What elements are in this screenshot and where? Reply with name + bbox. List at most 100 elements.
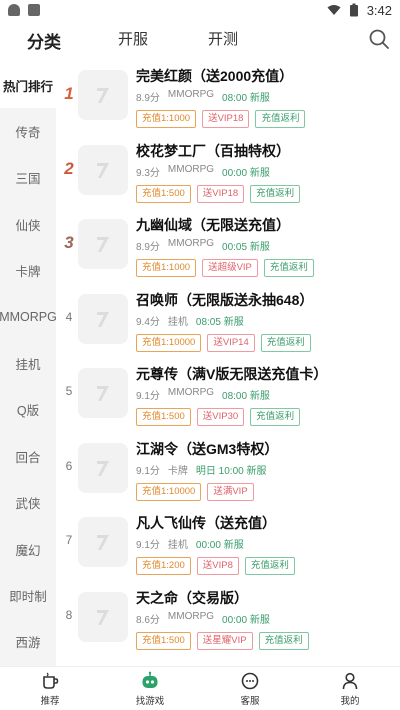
game-info: 天之命（交易版） 8.6分 MMORPG 00:00 新服 充值1:500 送星耀VIP 充… [136,588,396,650]
game-tag: 充值返利 [263,259,314,277]
nav-mine[interactable]: 我的 [300,667,400,710]
game-tags: 充值1:10000 送VIP14 充值返利 [136,333,396,352]
game-title[interactable]: 元尊传（满V版无限送充值卡） [136,364,396,384]
game-icon-placeholder[interactable] [78,293,128,344]
game-list-item[interactable]: 4 召唤师（无限版送永抽648） 9.4分 挂机 08:05 新服 充值1:10000 送V… [56,286,400,360]
game-time: 00:05 新服 [222,242,270,253]
bottom-nav: 推荐 找游戏 客服 我的 [0,666,400,710]
game-icon-placeholder[interactable] [78,591,128,642]
search-icon[interactable] [368,28,390,50]
game-tag: 充值返利 [244,557,295,575]
game-icon-placeholder[interactable] [78,368,128,418]
game-title[interactable]: 凡人飞仙传（送充值） [136,513,396,533]
game-score: 8.9分 [136,242,160,253]
sidebar-item-q-style[interactable]: Q版 [0,387,56,433]
game-tag: 充值1:500 [136,184,191,203]
game-meta: 8.6分 MMORPG 00:00 新服 [136,611,396,626]
game-list-item[interactable]: 2 校花梦工厂（百抽特权） 9.3分 MMORPG 00:00 新服 充值1:500 送VI… [56,137,400,211]
game-tag: 充值返利 [250,408,301,426]
placeholder-logo-icon [97,386,109,401]
game-title[interactable]: 江湖令（送GM3特权） [136,439,396,459]
game-meta: 9.1分 卡牌 明日 10:00 新服 [136,462,396,477]
game-tag: 送VIP8 [196,557,239,575]
sidebar-item-card[interactable]: 卡牌 [0,248,56,294]
sidebar-item-fantasy[interactable]: 魔幻 [0,526,56,572]
sidebar-item-legend[interactable]: 传奇 [0,108,56,154]
rank-number: 6 [65,458,73,473]
game-tags: 充值1:1000 送VIP18 充值返利 [136,110,396,128]
sidebar-item-hot-ranking[interactable]: 热门排行 [0,62,56,109]
battery-icon [349,3,358,17]
sidebar-item-mmorpg[interactable]: MMORPG [0,294,57,340]
game-tag: 送超级VIP [202,259,258,277]
tab-category[interactable]: 分类 [27,28,61,53]
game-list-item[interactable]: 3 九幽仙域（无限送充值） 8.9分 MMORPG 00:05 新服 充值1:1000 送超… [56,211,400,285]
game-genre: MMORPG [167,610,215,622]
game-icon-placeholder[interactable] [78,219,128,269]
game-icon-placeholder[interactable] [78,442,128,493]
game-tags: 充值1:1000 送超级VIP 充值返利 [136,259,396,277]
tab-server-open[interactable]: 开服 [118,28,148,49]
game-time: 00:00 新服 [195,540,244,551]
game-time: 00:00 新服 [222,167,270,179]
game-title[interactable]: 校花梦工厂（百抽特权） [136,141,396,161]
notification-app-icon-2 [28,4,40,16]
nav-recommend[interactable]: 推荐 [0,667,100,710]
game-list-item[interactable]: 6 江湖令（送GM3特权） 9.1分 卡牌 明日 10:00 新服 充值1:10000 送满… [56,435,400,509]
game-ranking-list: 1 完美红颜（送2000充值） 8.9分 MMORPG 08:00 新服 充值1:1000… [56,62,400,666]
game-icon-placeholder[interactable] [78,144,128,195]
game-tag: 充值1:10000 [136,482,202,501]
game-icon-placeholder[interactable] [78,70,128,120]
game-title[interactable]: 召唤师（无限版送永抽648） [136,290,396,310]
game-score: 9.4分 [136,316,160,328]
game-time: 08:00 新服 [222,391,270,402]
nav-customer-service[interactable]: 客服 [200,667,300,710]
sidebar-item-three-kingdoms[interactable]: 三国 [0,155,56,201]
nav-find-games[interactable]: 找游戏 [100,667,200,710]
user-icon [342,672,358,689]
game-tag: 充值返利 [250,184,301,203]
game-genre: 挂机 [167,540,188,551]
game-list-item[interactable]: 8 天之命（交易版） 8.6分 MMORPG 00:00 新服充值1:500 送星耀VIP… [56,584,400,658]
game-genre: MMORPG [167,238,215,249]
rank-number: 1 [64,84,74,103]
nav-find-games-label: 找游戏 [135,695,165,707]
game-info: 元尊传（满V版无限送充值卡） 9.1分 MMORPG 08:00 新服 充值1:500 送… [136,364,396,426]
nav-recommend-label: 推荐 [40,695,60,707]
notification-app-icon [8,4,20,16]
sidebar-item-idle[interactable]: 挂机 [0,340,56,386]
game-list-item[interactable]: 5 元尊传（满V版无限送充值卡） 9.1分 MMORPG 08:00 新服 充值1:500… [56,360,400,434]
game-meta: 9.1分 MMORPG 08:00 新服 [136,387,396,402]
rank-number: 4 [65,309,73,324]
sidebar-item-wuxia[interactable]: 武侠 [0,480,56,526]
status-bar: 3:42 [0,0,400,20]
rank-number: 7 [65,533,73,547]
placeholder-logo-icon [97,535,109,550]
sidebar-item-xianxia[interactable]: 仙侠 [0,201,56,247]
game-tag: 送VIP14 [207,333,255,352]
game-tag: 送星耀VIP [196,631,253,650]
placeholder-logo-icon [97,162,109,178]
game-meta: 9.1分 挂机 00:00 新服 [136,536,396,551]
game-icon-placeholder[interactable] [78,517,128,567]
placeholder-logo-icon [97,609,109,625]
game-tags: 充值1:200 送VIP8 充值返利 [136,557,396,575]
game-list-item[interactable]: 1 完美红颜（送2000充值） 8.9分 MMORPG 08:00 新服 充值1:1000… [56,62,400,136]
game-meta: 9.3分 MMORPG 00:00 新服 [136,164,396,179]
game-title[interactable]: 完美红颜（送2000充值） [136,66,396,86]
cup-icon [43,672,59,689]
rank-number: 8 [65,607,73,622]
game-title[interactable]: 九幽仙域（无限送充值） [136,215,396,235]
tab-beta-test[interactable]: 开测 [208,28,238,49]
sidebar-item-realtime[interactable]: 即时制 [0,572,56,618]
game-genre: 卡牌 [167,465,188,477]
game-time: 明日 10:00 新服 [195,465,267,477]
game-tag: 送VIP18 [202,110,250,128]
game-meta: 8.9分 MMORPG 08:00 新服 [136,89,396,104]
game-title[interactable]: 天之命（交易版） [136,588,396,608]
game-list-item[interactable]: 7 凡人飞仙传（送充值） 9.1分 挂机 00:00 新服 充值1:200 送VIP8 充值返… [56,509,400,583]
game-score: 9.1分 [136,465,160,477]
sidebar-item-journey-west[interactable]: 西游 [0,619,56,665]
game-tag: 充值1:500 [136,631,191,650]
sidebar-item-turn-based[interactable]: 回合 [0,433,56,479]
